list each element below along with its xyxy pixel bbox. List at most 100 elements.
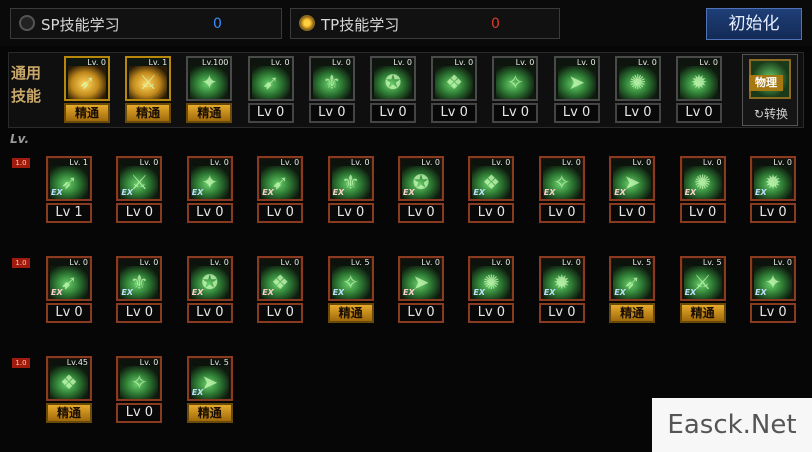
skill-slot[interactable]: ✧ Lv. 5 EX 精通: [327, 256, 374, 324]
skill-icon[interactable]: ✹ Lv. 0: [676, 56, 722, 101]
skill-slot[interactable]: ➹ Lv. 0 Lv 0: [247, 56, 294, 124]
reset-button[interactable]: 初始化: [706, 8, 802, 40]
skill-icon[interactable]: ❖ Lv. 0 EX: [257, 256, 304, 301]
sp-skill-tab[interactable]: SP技能学习 0: [10, 8, 282, 39]
skill-slot[interactable]: ➶ Lv. 0 精通: [64, 56, 110, 124]
skill-icon[interactable]: ⚔ Lv. 1: [125, 56, 172, 101]
skill-slot[interactable]: ✪ Lv. 0 Lv 0: [370, 56, 416, 124]
watermark: Easck.Net: [652, 398, 812, 452]
skill-level-bar: Lv 0: [614, 103, 661, 123]
skill-icon[interactable]: ➹ Lv. 0 EX: [257, 156, 304, 201]
skill-glyph-icon: ✺: [629, 70, 647, 94]
skill-icon[interactable]: ✪ Lv. 0 EX: [398, 156, 444, 201]
skill-level-tag: Lv. 0: [576, 58, 596, 67]
skill-slot[interactable]: ➶ Lv. 1 EX Lv 1: [46, 156, 92, 224]
skill-icon[interactable]: ✧ Lv. 0: [116, 356, 163, 401]
skill-icon[interactable]: ✪ Lv. 0 EX: [186, 256, 233, 301]
skill-icon[interactable]: ✦ Lv.100: [186, 56, 233, 101]
skill-icon[interactable]: ➹ Lv. 0 EX: [46, 256, 92, 301]
physical-toggle-button[interactable]: 物理 ↻转换: [742, 54, 798, 126]
skill-level-bar: Lv 0: [116, 403, 163, 423]
skill-icon[interactable]: ➶ Lv. 5 EX: [609, 256, 656, 301]
skill-slot[interactable]: ✪ Lv. 0 EX Lv 0: [186, 256, 233, 324]
skill-icon[interactable]: ✧ Lv. 5 EX: [327, 256, 374, 301]
skill-slot[interactable]: ✺ Lv. 0 EX Lv 0: [679, 156, 726, 224]
skill-icon[interactable]: ✧ Lv. 0 EX: [538, 156, 585, 201]
skill-glyph-icon: ⚔: [139, 70, 158, 94]
mastery-badge: 精通: [186, 403, 233, 423]
skill-art-icon: ⚔: [129, 66, 168, 99]
skill-icon[interactable]: ✦ Lv. 0 EX: [750, 256, 796, 301]
skill-icon[interactable]: ✪ Lv. 0: [370, 56, 416, 101]
skill-slot[interactable]: ⚔ Lv. 0 EX Lv 0: [116, 156, 163, 224]
skill-slot[interactable]: ❖ Lv. 0 EX Lv 0: [257, 256, 304, 324]
skill-icon[interactable]: ➤ Lv. 0 EX: [398, 256, 444, 301]
skill-level-tag: Lv. 0: [393, 58, 412, 67]
skill-icon[interactable]: ⚜ Lv. 0: [308, 56, 355, 101]
skill-slot[interactable]: ✧ Lv. 0 Lv 0: [116, 356, 163, 424]
skill-icon[interactable]: ❖ Lv. 0: [431, 56, 478, 101]
skill-icon[interactable]: ➶ Lv. 1 EX: [46, 156, 92, 201]
row-level-tag: 1.0: [12, 358, 30, 368]
skill-slot[interactable]: ✺ Lv. 0 EX Lv 0: [468, 256, 515, 324]
skill-slot[interactable]: ✹ Lv. 0 Lv 0: [676, 56, 722, 124]
skill-slot[interactable]: ➶ Lv. 5 EX 精通: [609, 256, 656, 324]
skill-slot[interactable]: ❖ Lv. 0 EX Lv 0: [468, 156, 515, 224]
skill-slot[interactable]: ➹ Lv. 0 EX Lv 0: [46, 256, 92, 324]
skill-slot[interactable]: ✧ Lv. 0 Lv 0: [492, 56, 539, 124]
skill-icon[interactable]: ✦ Lv. 0 EX: [186, 156, 233, 201]
skill-art-icon: ➹: [251, 66, 290, 99]
skill-level-tag: Lv. 0: [562, 158, 581, 167]
skill-slot[interactable]: ✺ Lv. 0 Lv 0: [614, 56, 661, 124]
skill-icon[interactable]: ➤ Lv. 0 EX: [609, 156, 656, 201]
skill-icon[interactable]: ⚜ Lv. 0 EX: [116, 256, 163, 301]
skill-slot[interactable]: ⚜ Lv. 0 Lv 0: [308, 56, 355, 124]
skill-slot[interactable]: ➤ Lv. 0 EX Lv 0: [398, 256, 444, 324]
skill-slot[interactable]: ➹ Lv. 0 EX Lv 0: [257, 156, 304, 224]
skill-slot[interactable]: ➤ Lv. 0 Lv 0: [553, 56, 600, 124]
skill-icon[interactable]: ✹ Lv. 0 EX: [538, 256, 585, 301]
skill-slot[interactable]: ✦ Lv. 0 EX Lv 0: [750, 256, 796, 324]
skill-slot[interactable]: ⚔ Lv. 1 精通: [125, 56, 172, 124]
skill-slot[interactable]: ➤ Lv. 5 EX 精通: [186, 356, 233, 424]
skill-slot[interactable]: ✧ Lv. 0 EX Lv 0: [538, 156, 585, 224]
skill-icon[interactable]: ⚔ Lv. 0 EX: [116, 156, 163, 201]
skill-icon[interactable]: ❖ Lv.45: [46, 356, 92, 401]
skill-icon[interactable]: ⚔ Lv. 5 EX: [679, 256, 726, 301]
tp-skill-tab[interactable]: TP技能学习 0: [290, 8, 560, 39]
row-level-tag: 1.0: [12, 258, 30, 268]
level-header: Lv.: [10, 132, 30, 146]
skill-slot[interactable]: ➤ Lv. 0 EX Lv 0: [609, 156, 656, 224]
skill-level-tag: Lv. 0: [773, 258, 792, 267]
skill-level-tag: Lv. 0: [87, 58, 106, 67]
ex-badge: EX: [612, 287, 626, 299]
skill-level-bar: Lv 0: [116, 203, 163, 223]
skill-slot[interactable]: ❖ Lv. 0 Lv 0: [431, 56, 478, 124]
skill-icon[interactable]: ✺ Lv. 0 EX: [468, 256, 515, 301]
skill-slot[interactable]: ✦ Lv.100 精通: [186, 56, 233, 124]
skill-level-tag: Lv. 0: [69, 258, 88, 267]
skill-icon[interactable]: ✹ Lv. 0 EX: [750, 156, 796, 201]
skill-slot[interactable]: ✹ Lv. 0 EX Lv 0: [538, 256, 585, 324]
skill-icon[interactable]: ✧ Lv. 0: [492, 56, 539, 101]
skill-icon[interactable]: ➶ Lv. 0: [64, 56, 110, 101]
skill-level-tag: Lv. 0: [280, 158, 300, 167]
skill-level-tag: Lv. 0: [515, 58, 535, 67]
skill-icon[interactable]: ⚜ Lv. 0 EX: [327, 156, 374, 201]
skill-icon[interactable]: ✺ Lv. 0: [614, 56, 661, 101]
skill-slot[interactable]: ❖ Lv.45 精通: [46, 356, 92, 424]
mastery-badge: 精通: [125, 103, 172, 123]
skill-slot[interactable]: ✪ Lv. 0 EX Lv 0: [398, 156, 444, 224]
skill-art-icon: ✧: [496, 66, 535, 99]
skill-slot[interactable]: ⚜ Lv. 0 EX Lv 0: [116, 256, 163, 324]
skill-slot[interactable]: ⚜ Lv. 0 EX Lv 0: [327, 156, 374, 224]
skill-level-tag: Lv. 5: [702, 258, 722, 267]
skill-slot[interactable]: ✦ Lv. 0 EX Lv 0: [186, 156, 233, 224]
skill-slot[interactable]: ✹ Lv. 0 EX Lv 0: [750, 156, 796, 224]
skill-icon[interactable]: ✺ Lv. 0 EX: [679, 156, 726, 201]
skill-icon[interactable]: ❖ Lv. 0 EX: [468, 156, 515, 201]
skill-icon[interactable]: ➤ Lv. 5 EX: [186, 356, 233, 401]
skill-icon[interactable]: ➹ Lv. 0: [247, 56, 294, 101]
skill-icon[interactable]: ➤ Lv. 0: [553, 56, 600, 101]
skill-slot[interactable]: ⚔ Lv. 5 EX 精通: [679, 256, 726, 324]
